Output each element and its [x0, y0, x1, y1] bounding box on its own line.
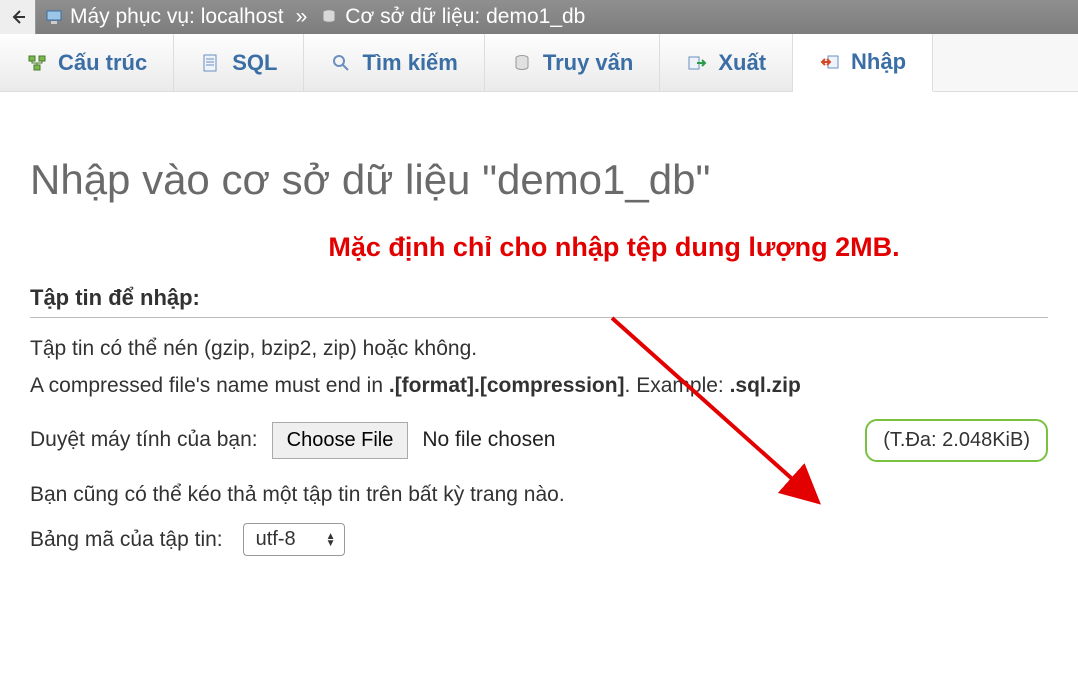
- tab-search[interactable]: Tìm kiếm: [304, 34, 484, 91]
- query-icon: [511, 52, 533, 74]
- charset-value: utf-8: [256, 528, 296, 551]
- dragdrop-hint: Bạn cũng có thể kéo thả một tập tin trên…: [30, 480, 1048, 509]
- charset-row: Bảng mã của tập tin: utf-8 ▲▼: [30, 523, 1048, 556]
- format-pattern: .[format].[compression]: [389, 374, 625, 397]
- export-icon: [686, 52, 708, 74]
- max-size-badge: (T.Đa: 2.048KiB): [865, 419, 1048, 462]
- no-file-chosen-text: No file chosen: [422, 428, 555, 452]
- tab-label: Nhập: [851, 49, 906, 75]
- select-arrows-icon: ▲▼: [326, 533, 336, 547]
- tab-query[interactable]: Truy vấn: [485, 34, 660, 91]
- tab-export[interactable]: Xuất: [660, 34, 793, 91]
- breadcrumb-database-label: Cơ sở dữ liệu: demo1_db: [345, 5, 585, 29]
- annotation-text: Mặc định chỉ cho nhập tệp dung lượng 2MB…: [30, 232, 1048, 263]
- compress-hint-line1: Tập tin có thể nén (gzip, bzip2, zip) ho…: [30, 334, 1048, 363]
- line2-mid: . Example:: [625, 374, 730, 397]
- import-icon: [819, 51, 841, 73]
- breadcrumb-database[interactable]: Cơ sở dữ liệu: demo1_db: [311, 5, 593, 29]
- charset-select[interactable]: utf-8 ▲▼: [243, 523, 345, 556]
- structure-icon: [26, 52, 48, 74]
- back-button[interactable]: [0, 0, 36, 34]
- choose-file-button[interactable]: Choose File: [272, 422, 409, 459]
- server-icon: [44, 7, 64, 27]
- tab-label: Tìm kiếm: [362, 50, 457, 76]
- file-section-title: Tập tin để nhập:: [30, 285, 1048, 318]
- main-content: Nhập vào cơ sở dữ liệu "demo1_db" Mặc đị…: [0, 92, 1078, 556]
- database-icon: [319, 7, 339, 27]
- tab-structure[interactable]: Cấu trúc: [0, 34, 174, 91]
- page-title: Nhập vào cơ sở dữ liệu "demo1_db": [30, 156, 1048, 204]
- arrow-left-icon: [9, 8, 27, 26]
- tab-sql[interactable]: SQL: [174, 34, 304, 91]
- breadcrumb-server-label: Máy phục vụ: localhost: [70, 5, 284, 29]
- upload-row: Duyệt máy tính của bạn: Choose File No f…: [30, 419, 1048, 462]
- tabs: Cấu trúc SQL Tìm kiếm Truy vấn Xuất Nhập: [0, 34, 1078, 92]
- line2-prefix: A compressed file's name must end in: [30, 374, 389, 397]
- tab-label: Xuất: [718, 50, 766, 76]
- breadcrumb-server[interactable]: Máy phục vụ: localhost: [36, 5, 292, 29]
- charset-label: Bảng mã của tập tin:: [30, 528, 223, 552]
- compress-hint-line2: A compressed file's name must end in .[f…: [30, 371, 1048, 400]
- search-icon: [330, 52, 352, 74]
- browse-label: Duyệt máy tính của bạn:: [30, 428, 258, 452]
- tab-label: Truy vấn: [543, 50, 633, 76]
- tab-label: Cấu trúc: [58, 50, 147, 76]
- file-section-body: Tập tin có thể nén (gzip, bzip2, zip) ho…: [30, 334, 1048, 556]
- tab-label: SQL: [232, 50, 277, 76]
- tab-import[interactable]: Nhập: [793, 34, 933, 92]
- sql-icon: [200, 52, 222, 74]
- breadcrumb-bar: Máy phục vụ: localhost » Cơ sở dữ liệu: …: [0, 0, 1078, 34]
- breadcrumb-separator: »: [292, 5, 312, 29]
- format-example: .sql.zip: [730, 374, 801, 397]
